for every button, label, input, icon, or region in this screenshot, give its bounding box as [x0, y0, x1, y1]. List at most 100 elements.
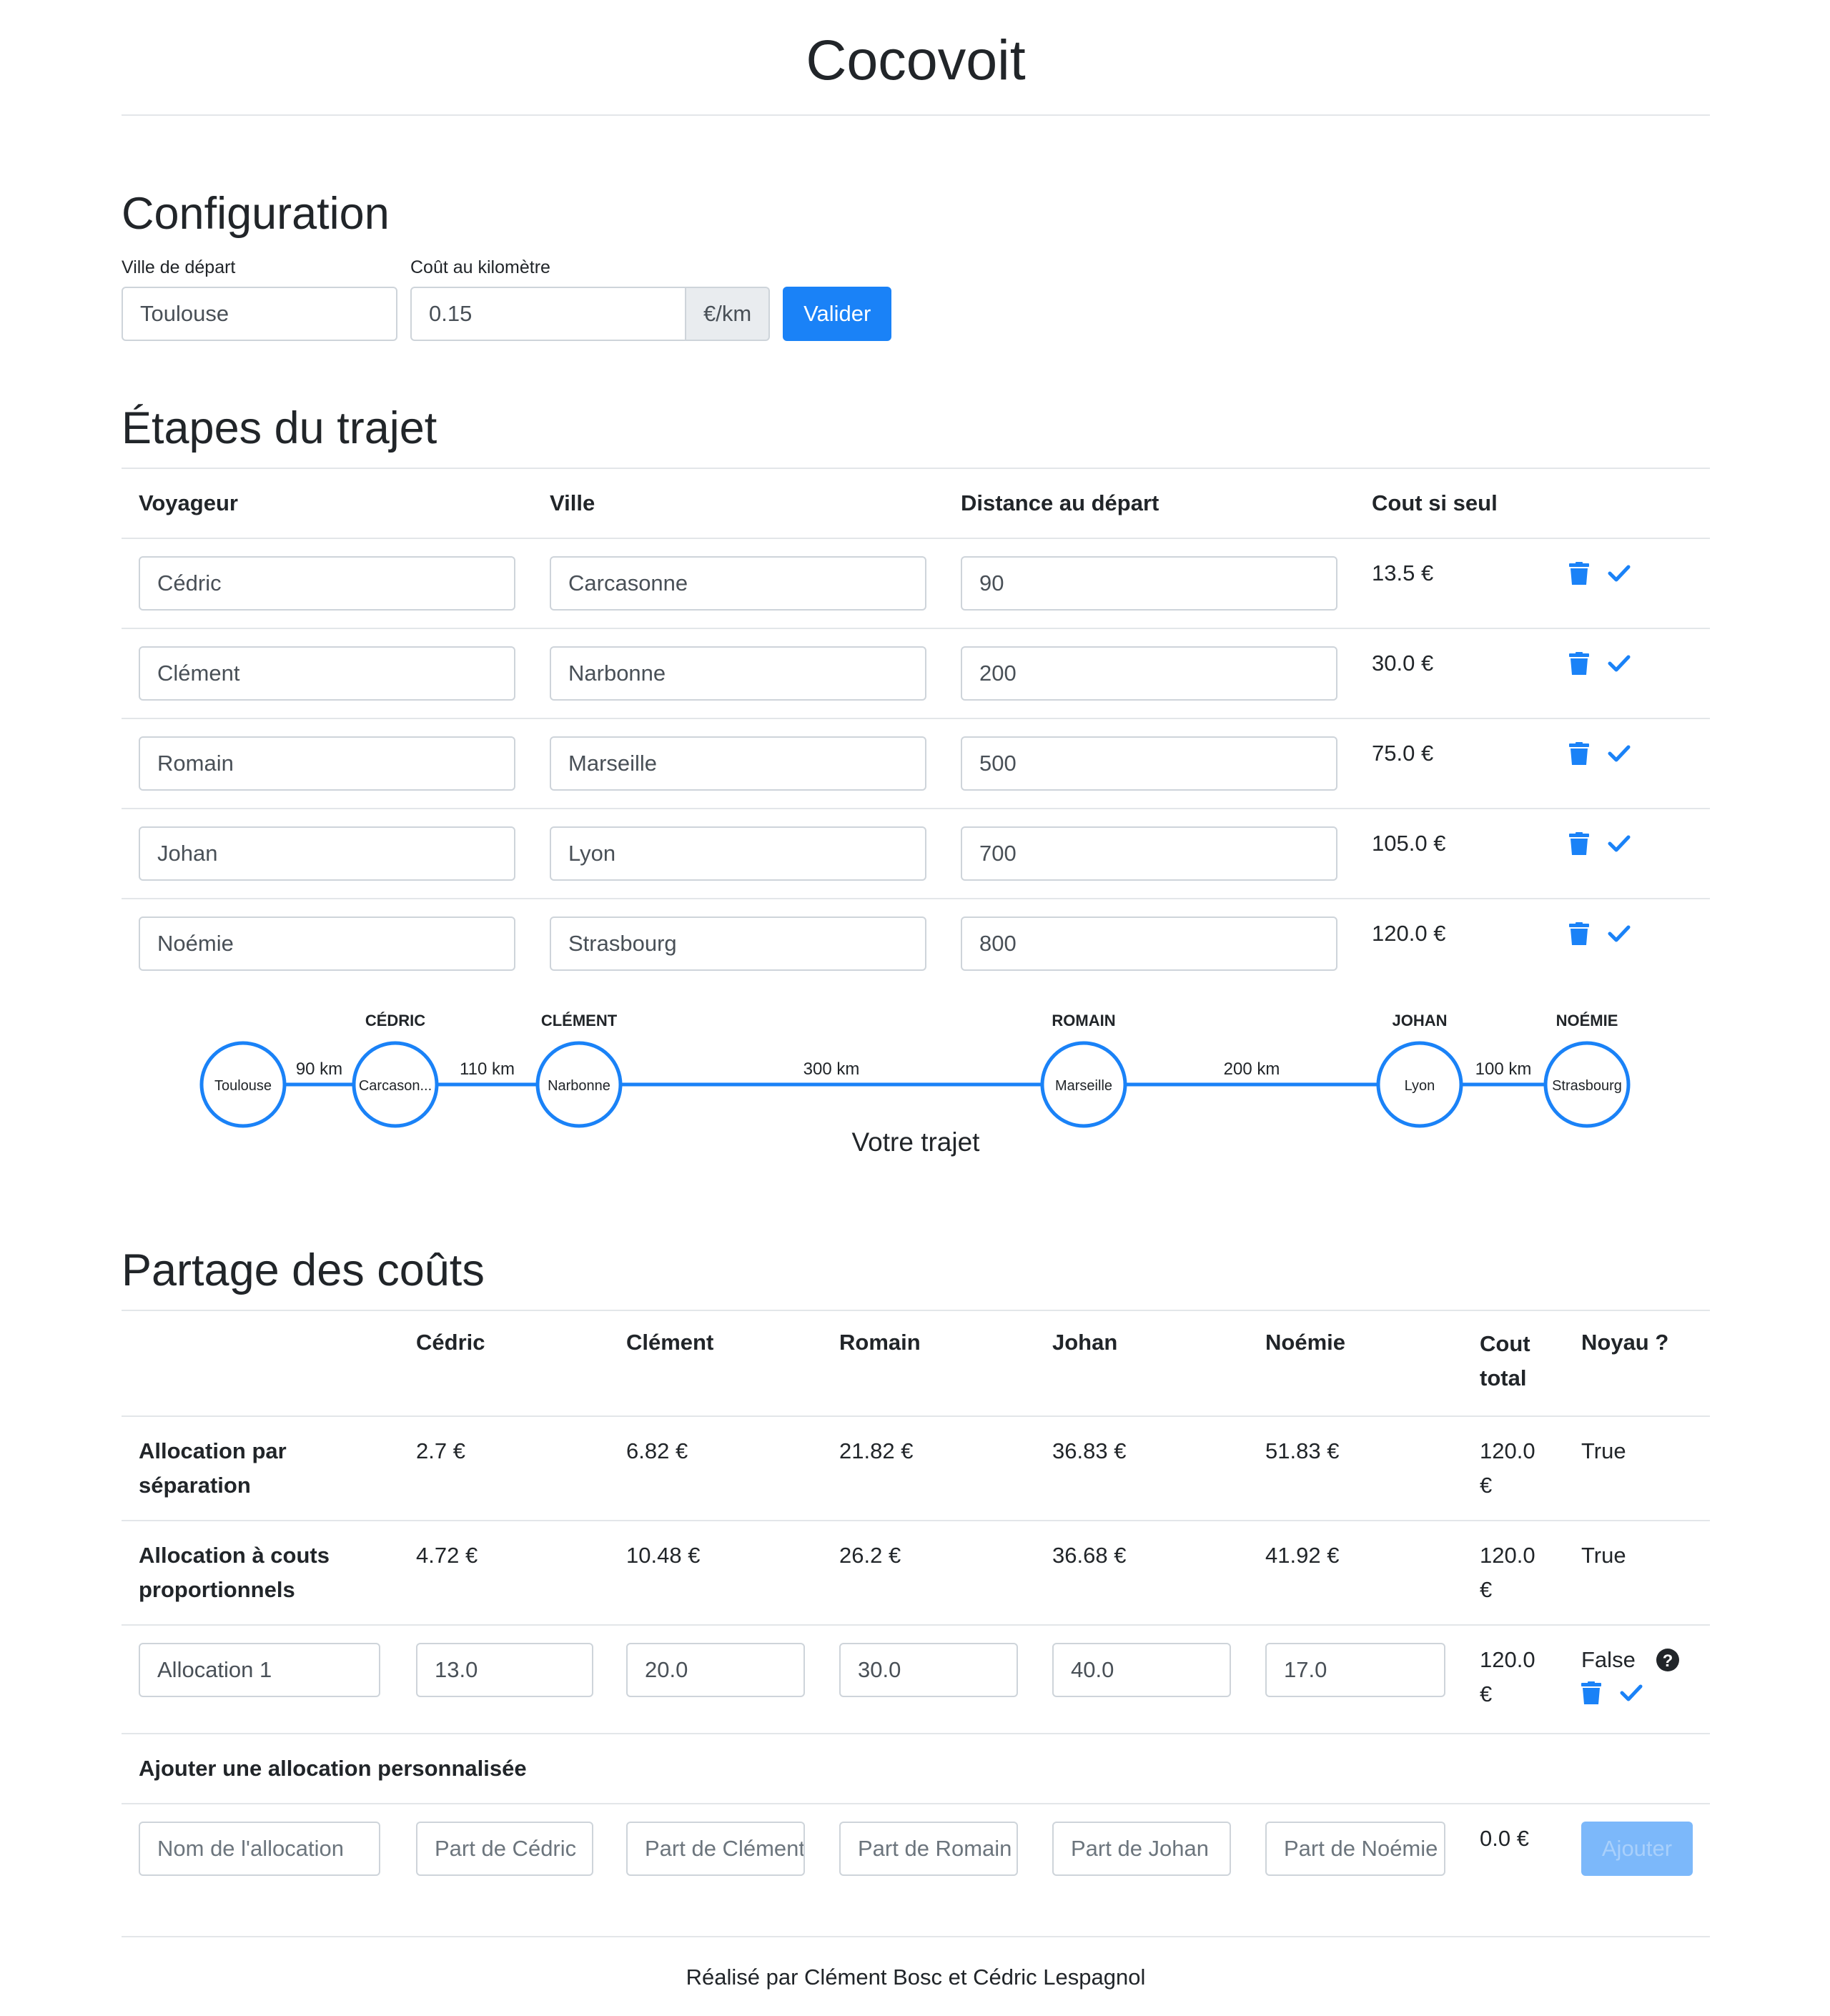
cost-per-km-input[interactable]: 0.15	[410, 286, 686, 341]
trash-icon[interactable]	[1569, 742, 1589, 765]
col-header-city: Ville	[550, 490, 595, 515]
custom-share-input-cedric[interactable]: 13.0	[416, 1643, 593, 1697]
new-share-cell: Part de Noémie	[1248, 1822, 1463, 1937]
allocation-value-noemie: 41.92 €	[1265, 1543, 1340, 1568]
new-share-input-romain[interactable]: Part de Romain	[839, 1822, 1018, 1876]
check-icon[interactable]	[1608, 924, 1631, 943]
col-header-clement: Clément	[626, 1330, 714, 1355]
app-title: Cocovoit	[122, 0, 1710, 116]
custom-share-input-noemie[interactable]: 17.0	[1265, 1643, 1445, 1697]
add-allocation-button[interactable]: Ajouter	[1581, 1822, 1693, 1876]
cost-per-km-group: 0.15 €/km	[410, 286, 771, 341]
check-icon[interactable]	[1620, 1684, 1643, 1702]
check-icon[interactable]	[1608, 744, 1631, 763]
route-segment-distance: 300 km	[803, 1059, 860, 1079]
route-segment-distance: 110 km	[460, 1059, 515, 1079]
route-node-traveler: CÉDRIC	[365, 1012, 425, 1029]
check-icon[interactable]	[1608, 564, 1631, 583]
check-icon[interactable]	[1608, 654, 1631, 673]
custom-share-input-romain[interactable]: 30.0	[839, 1643, 1018, 1697]
cost-per-km-label: Coût au kilomètre	[410, 257, 550, 277]
question-circle-icon[interactable]: ?	[1656, 1648, 1680, 1672]
new-allocation-total: 0.0 €	[1480, 1826, 1529, 1851]
traveler-input[interactable]: Noémie	[139, 916, 515, 971]
city-input[interactable]: Carcasonne	[550, 556, 926, 611]
city-input[interactable]: Marseille	[550, 736, 926, 791]
new-share-cell: Part de Johan	[1035, 1822, 1248, 1937]
allocation-value-noemie: 51.83 €	[1265, 1438, 1340, 1463]
traveler-input[interactable]: Romain	[139, 736, 515, 791]
distance-cell: 500	[944, 736, 1355, 808]
traveler-input[interactable]: Clément	[139, 646, 515, 701]
cost-sharing-table: Cédric Clément Romain Johan Noémie Cout …	[122, 1310, 1710, 1937]
step-actions	[1569, 736, 1631, 771]
new-allocation-name-input[interactable]: Nom de l'allocation	[139, 1822, 380, 1876]
custom-share-cell: 17.0	[1248, 1643, 1463, 1733]
distance-cell: 800	[944, 916, 1355, 988]
distance-input[interactable]: 800	[961, 916, 1337, 971]
custom-share-cell: 13.0	[397, 1643, 609, 1733]
distance-input[interactable]: 700	[961, 826, 1337, 881]
new-share-cell: Part de Cédric	[397, 1822, 609, 1937]
new-share-cell: Part de Romain	[822, 1822, 1035, 1937]
allocation-total: 120.0 €	[1480, 1438, 1535, 1498]
add-button-cell: Ajouter	[1564, 1822, 1693, 1937]
start-city-input[interactable]: Toulouse	[122, 286, 397, 341]
trash-icon[interactable]	[1569, 652, 1589, 675]
allocation-label: Allocation à couts proportionnels	[139, 1543, 330, 1602]
check-icon[interactable]	[1608, 834, 1631, 853]
city-input[interactable]: Lyon	[550, 826, 926, 881]
footer-divider	[122, 1936, 1710, 1937]
add-allocation-name-cell: Nom de l'allocation	[122, 1822, 397, 1937]
new-share-input-cedric[interactable]: Part de Cédric	[416, 1822, 593, 1876]
route-node-traveler: CLÉMENT	[541, 1012, 618, 1029]
custom-share-input-johan[interactable]: 40.0	[1052, 1643, 1231, 1697]
route-segment-distance: 200 km	[1224, 1059, 1280, 1079]
col-header-romain: Romain	[839, 1330, 921, 1355]
distance-input[interactable]: 200	[961, 646, 1337, 701]
traveler-cell: Johan	[122, 826, 533, 898]
cost-alone-value: 30.0 €	[1372, 651, 1434, 676]
route-node-traveler: JOHAN	[1392, 1012, 1447, 1029]
distance-input[interactable]: 500	[961, 736, 1337, 791]
step-row: Clément Narbonne 200 30.0 €	[122, 628, 1710, 718]
start-city-label: Ville de départ	[122, 257, 236, 277]
city-input[interactable]: Strasbourg	[550, 916, 926, 971]
allocation-row: Allocation par séparation 2.7 € 6.82 € 21.8…	[122, 1415, 1710, 1520]
custom-share-cell: 30.0	[822, 1643, 1035, 1733]
route-segment-distance: 90 km	[296, 1059, 342, 1079]
traveler-input[interactable]: Cédric	[139, 556, 515, 611]
steps-heading: Étapes du trajet	[122, 403, 437, 453]
city-input[interactable]: Narbonne	[550, 646, 926, 701]
new-share-input-johan[interactable]: Part de Johan	[1052, 1822, 1231, 1876]
validate-button[interactable]: Valider	[783, 286, 892, 341]
new-share-input-clement[interactable]: Part de Clément	[626, 1822, 805, 1876]
traveler-cell: Clément	[122, 646, 533, 718]
new-share-input-noemie[interactable]: Part de Noémie	[1265, 1822, 1445, 1876]
city-cell: Strasbourg	[533, 916, 944, 988]
trash-icon[interactable]	[1569, 832, 1589, 855]
route-node-city: Carcason...	[359, 1078, 432, 1094]
col-header-core: Noyau ?	[1581, 1330, 1669, 1355]
add-allocation-heading-row: Ajouter une allocation personnalisée	[122, 1733, 1710, 1803]
custom-allocation-name-input[interactable]: Allocation 1	[139, 1643, 380, 1697]
custom-allocation-core: False	[1581, 1647, 1636, 1672]
trash-icon[interactable]	[1569, 562, 1589, 585]
city-cell: Carcasonne	[533, 556, 944, 628]
traveler-input[interactable]: Johan	[139, 826, 515, 881]
custom-share-input-clement[interactable]: 20.0	[626, 1643, 805, 1697]
route-node-city: Marseille	[1055, 1078, 1112, 1094]
steps-table-header: Voyageur Ville Distance au départ Cout s…	[122, 468, 1710, 538]
trash-icon[interactable]	[1569, 922, 1589, 945]
custom-allocation-name-cell: Allocation 1	[122, 1643, 397, 1733]
route-node-city: Lyon	[1405, 1078, 1435, 1094]
cost-alone-value: 75.0 €	[1372, 741, 1434, 766]
distance-cell: 700	[944, 826, 1355, 898]
distance-input[interactable]: 90	[961, 556, 1337, 611]
col-header-noemie: Noémie	[1265, 1330, 1345, 1355]
allocation-value-clement: 6.82 €	[626, 1438, 688, 1463]
allocation-total: 120.0 €	[1480, 1543, 1535, 1602]
trash-icon[interactable]	[1581, 1681, 1601, 1704]
custom-allocation-total: 120.0 €	[1480, 1647, 1535, 1706]
distance-cell: 90	[944, 556, 1355, 628]
